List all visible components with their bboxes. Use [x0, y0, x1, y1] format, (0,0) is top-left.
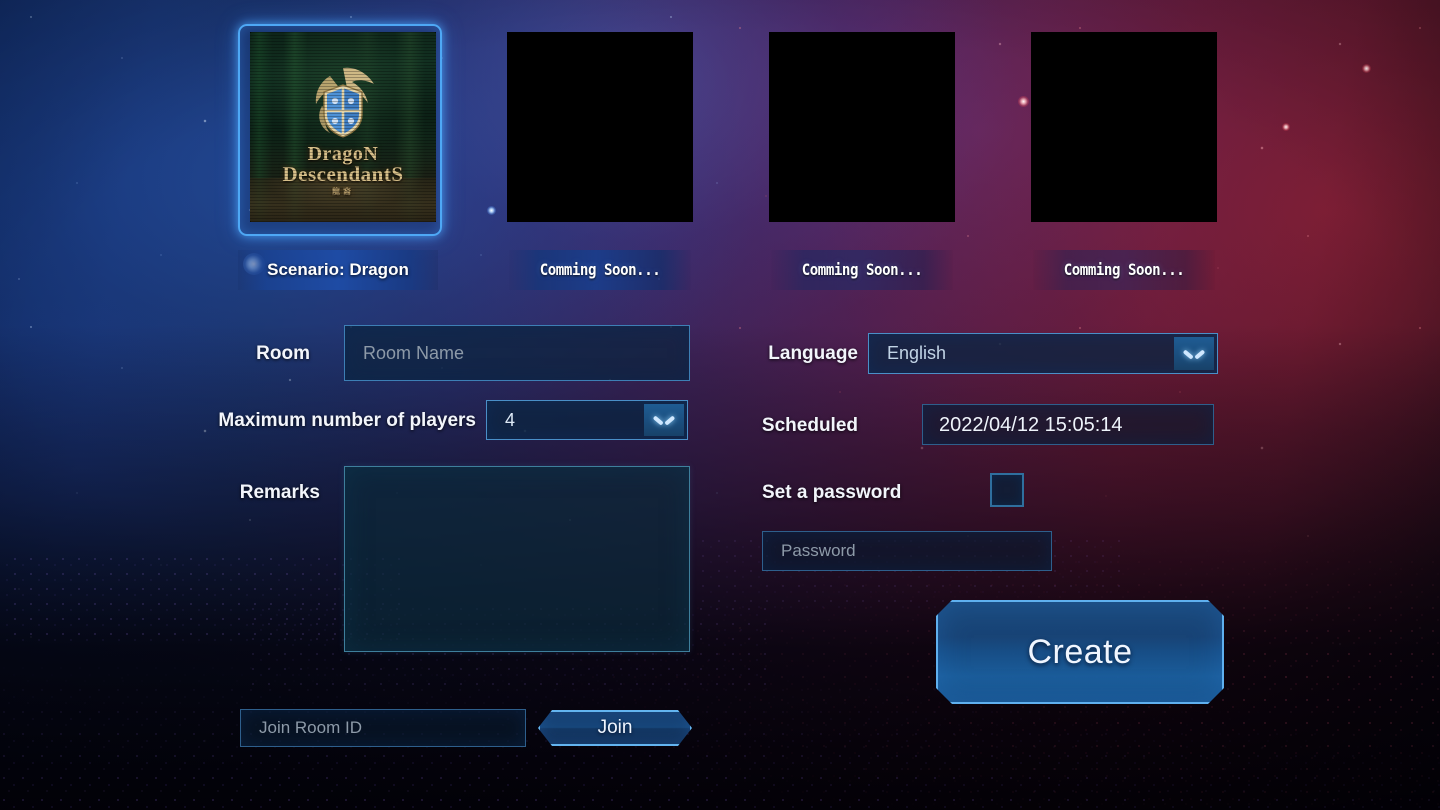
password-input[interactable]: [762, 531, 1052, 571]
create-room-screen: DragoN DescendantS 龍裔 Scenario: Dragon C…: [0, 0, 1440, 810]
room-name-input[interactable]: [344, 325, 690, 381]
remarks-label: Remarks: [239, 482, 320, 503]
room-label: Room: [256, 343, 310, 364]
language-value: English: [887, 343, 947, 363]
remarks-textarea[interactable]: [344, 466, 690, 652]
set-password-label: Set a password: [762, 482, 902, 503]
max-players-label: Maximum number of players: [218, 410, 476, 431]
language-label: Language: [768, 343, 858, 364]
scheduled-value[interactable]: 2022/04/12 15:05:14: [922, 404, 1214, 445]
scheduled-label: Scheduled: [761, 415, 858, 436]
chevron-down-icon[interactable]: [644, 404, 684, 436]
join-button[interactable]: Join: [538, 710, 692, 746]
max-players-value: 4: [505, 409, 516, 430]
language-select[interactable]: English: [868, 333, 1218, 374]
set-password-checkbox[interactable]: [990, 473, 1024, 507]
create-room-form: Room Maximum number of players 4 Remarks…: [0, 0, 1440, 810]
create-button[interactable]: Create: [936, 600, 1224, 704]
max-players-select[interactable]: 4: [486, 400, 688, 440]
join-room-id-input[interactable]: [240, 709, 526, 747]
chevron-down-icon[interactable]: [1174, 337, 1214, 370]
